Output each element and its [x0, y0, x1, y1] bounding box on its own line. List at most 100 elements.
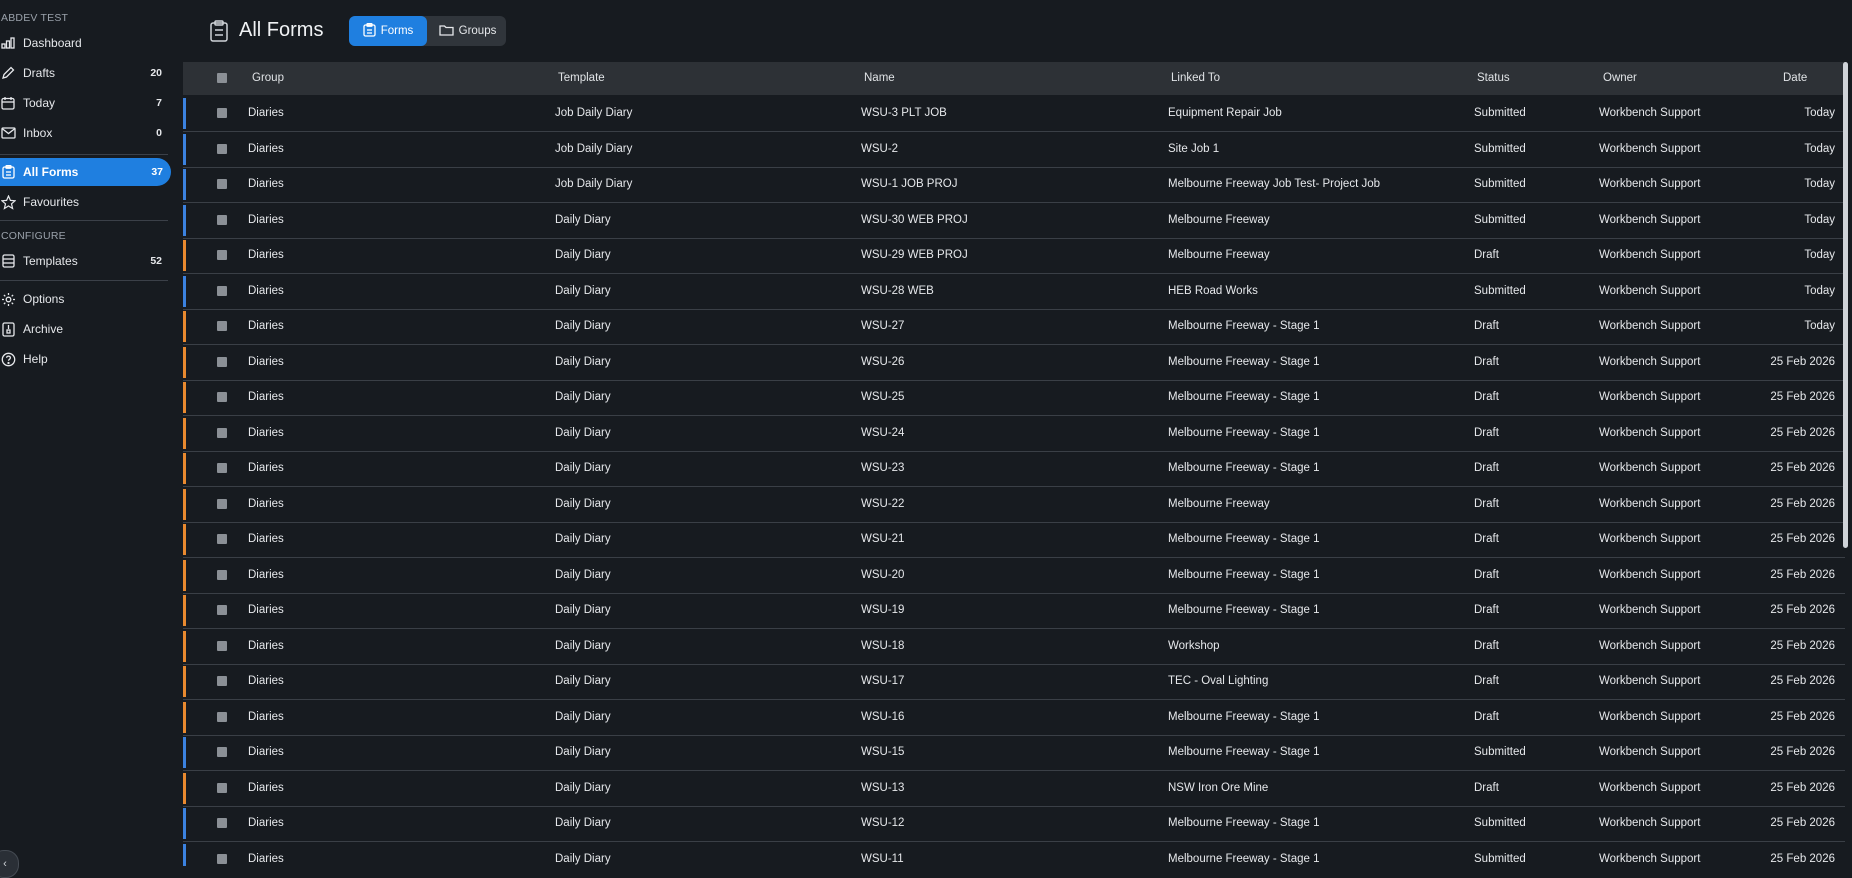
status-indicator-bar: [183, 346, 186, 378]
row-checkbox[interactable]: [217, 108, 227, 118]
table-row[interactable]: Diaries Job Daily Diary WSU-1 JOB PROJ Melb…: [183, 167, 1845, 203]
row-checkbox[interactable]: [217, 853, 227, 864]
row-checkbox[interactable]: [217, 392, 227, 402]
tab-forms[interactable]: Forms: [349, 16, 427, 46]
table-header: Group Template Name Linked To Status Own…: [183, 62, 1845, 95]
cell-date: Today: [1804, 213, 1835, 226]
nav-favourites[interactable]: Favourites: [0, 188, 170, 216]
cell-status: Draft: [1474, 533, 1499, 545]
row-checkbox[interactable]: [217, 747, 227, 757]
status-indicator-bar: [183, 559, 186, 591]
nav-templates[interactable]: Templates 52: [0, 247, 170, 275]
row-checkbox[interactable]: [217, 711, 227, 722]
table-row[interactable]: Diaries Daily Diary WSU-20 Melbourne Freewa…: [183, 558, 1845, 594]
table-row[interactable]: Diaries Daily Diary WSU-23 Melbourne Freewa…: [183, 451, 1845, 487]
status-indicator-bar: [183, 382, 186, 413]
pencil-icon: [0, 65, 16, 81]
row-checkbox[interactable]: [217, 427, 227, 438]
row-checkbox[interactable]: [217, 356, 227, 367]
cell-date: 25 Feb 2026: [1770, 817, 1835, 829]
col-date[interactable]: Date: [1783, 62, 1807, 95]
nav-archive[interactable]: Archive: [0, 315, 170, 343]
row-checkbox[interactable]: [217, 818, 227, 828]
status-indicator-bar: [183, 666, 186, 697]
cell-linked: Site Job 1: [1168, 142, 1220, 155]
cell-linked: Equipment Repair Job: [1168, 107, 1282, 119]
nav-options[interactable]: Options: [0, 285, 170, 313]
template-icon: [0, 253, 16, 269]
row-checkbox[interactable]: [217, 285, 227, 296]
nav-label: Today: [23, 96, 56, 110]
table-scrollbar[interactable]: [1843, 62, 1848, 548]
nav-help[interactable]: Help: [0, 345, 170, 373]
row-checkbox[interactable]: [217, 676, 227, 686]
cell-linked: Workshop: [1168, 639, 1220, 652]
nav-drafts[interactable]: Drafts 20: [0, 59, 170, 87]
gear-icon: [0, 291, 16, 307]
cell-date: 25 Feb 2026: [1770, 355, 1835, 368]
table-row[interactable]: Diaries Daily Diary WSU-27 Melbourne Freewa…: [183, 309, 1845, 345]
status-indicator-bar: [183, 630, 186, 662]
nav-label: Templates: [23, 254, 78, 268]
row-checkbox[interactable]: [217, 463, 227, 473]
nav-count-badge: 37: [151, 166, 163, 178]
row-checkbox[interactable]: [217, 498, 227, 509]
row-checkbox[interactable]: [217, 250, 227, 260]
row-checkbox[interactable]: [217, 782, 227, 793]
nav-dashboard[interactable]: Dashboard: [0, 29, 170, 57]
table-row[interactable]: Diaries Daily Diary WSU-17 TEC - Oval Light…: [183, 664, 1845, 700]
table-row[interactable]: Diaries Daily Diary WSU-15 Melbourne Freewa…: [183, 735, 1845, 771]
cell-linked: Melbourne Freeway Job Test- Project Job: [1168, 178, 1380, 190]
cell-owner: Workbench Support: [1599, 213, 1701, 226]
folder-icon: [438, 24, 454, 39]
select-all-checkbox[interactable]: [217, 73, 227, 83]
collapse-sidebar-button[interactable]: ‹: [0, 850, 19, 878]
cell-template: Daily Diary: [555, 497, 611, 510]
table-row[interactable]: Diaries Daily Diary WSU-18 Workshop Draft Wor…: [183, 629, 1845, 665]
table-row[interactable]: Diaries Job Daily Diary WSU-2 Site Job 1 Sub…: [183, 132, 1845, 168]
table-row[interactable]: Diaries Daily Diary WSU-30 WEB PROJ Melbour…: [183, 203, 1845, 239]
cell-status: Draft: [1474, 781, 1499, 794]
nav-all-forms[interactable]: All Forms 37: [0, 158, 171, 186]
cell-group: Diaries: [248, 568, 284, 581]
table-row[interactable]: Diaries Daily Diary WSU-22 Melbourne Freewa…: [183, 487, 1845, 523]
row-checkbox[interactable]: [217, 179, 227, 189]
table-row[interactable]: Diaries Daily Diary WSU-13 NSW Iron Ore Min…: [183, 771, 1845, 807]
nav-inbox[interactable]: Inbox 0: [0, 119, 170, 147]
cell-name: WSU-11: [861, 852, 904, 865]
table-row[interactable]: Diaries Job Daily Diary WSU-3 PLT JOB Equip…: [183, 96, 1845, 132]
cell-owner: Workbench Support: [1599, 391, 1701, 403]
col-name[interactable]: Name: [864, 62, 895, 95]
cell-status: Submitted: [1474, 213, 1526, 226]
table-row[interactable]: Diaries Daily Diary WSU-21 Melbourne Freewa…: [183, 522, 1845, 558]
table-row[interactable]: Diaries Daily Diary WSU-28 WEB HEB Road Wor…: [183, 274, 1845, 310]
cell-date: 25 Feb 2026: [1770, 426, 1835, 439]
col-template[interactable]: Template: [558, 62, 605, 95]
col-owner[interactable]: Owner: [1603, 62, 1637, 95]
table-row[interactable]: Diaries Daily Diary WSU-11 Melbourne Freewa…: [183, 842, 1845, 866]
table-row[interactable]: Diaries Daily Diary WSU-25 Melbourne Freewa…: [183, 380, 1845, 416]
tab-groups[interactable]: Groups: [429, 16, 506, 46]
row-checkbox[interactable]: [217, 214, 227, 225]
table-row[interactable]: Diaries Daily Diary WSU-12 Melbourne Freewa…: [183, 806, 1845, 842]
row-checkbox[interactable]: [217, 605, 227, 615]
nav-label: Favourites: [23, 195, 80, 209]
row-checkbox[interactable]: [217, 534, 227, 544]
row-checkbox[interactable]: [217, 143, 227, 154]
table-row[interactable]: Diaries Daily Diary WSU-29 WEB PROJ Melbour…: [183, 238, 1845, 274]
nav-today[interactable]: Today 7: [0, 89, 170, 117]
col-group[interactable]: Group: [252, 62, 284, 95]
table-row[interactable]: Diaries Daily Diary WSU-26 Melbourne Freewa…: [183, 345, 1845, 381]
table-row[interactable]: Diaries Daily Diary WSU-19 Melbourne Freewa…: [183, 593, 1845, 629]
cell-date: Today: [1804, 178, 1835, 190]
row-checkbox[interactable]: [217, 321, 227, 331]
row-checkbox[interactable]: [217, 640, 227, 651]
cell-date: 25 Feb 2026: [1770, 710, 1835, 723]
row-checkbox[interactable]: [217, 569, 227, 580]
nav-label: Dashboard: [23, 36, 82, 50]
col-linked-to[interactable]: Linked To: [1171, 62, 1220, 95]
col-status[interactable]: Status: [1477, 62, 1510, 95]
cell-status: Draft: [1474, 710, 1499, 723]
table-row[interactable]: Diaries Daily Diary WSU-16 Melbourne Freewa…: [183, 700, 1845, 736]
table-row[interactable]: Diaries Daily Diary WSU-24 Melbourne Freewa…: [183, 416, 1845, 452]
